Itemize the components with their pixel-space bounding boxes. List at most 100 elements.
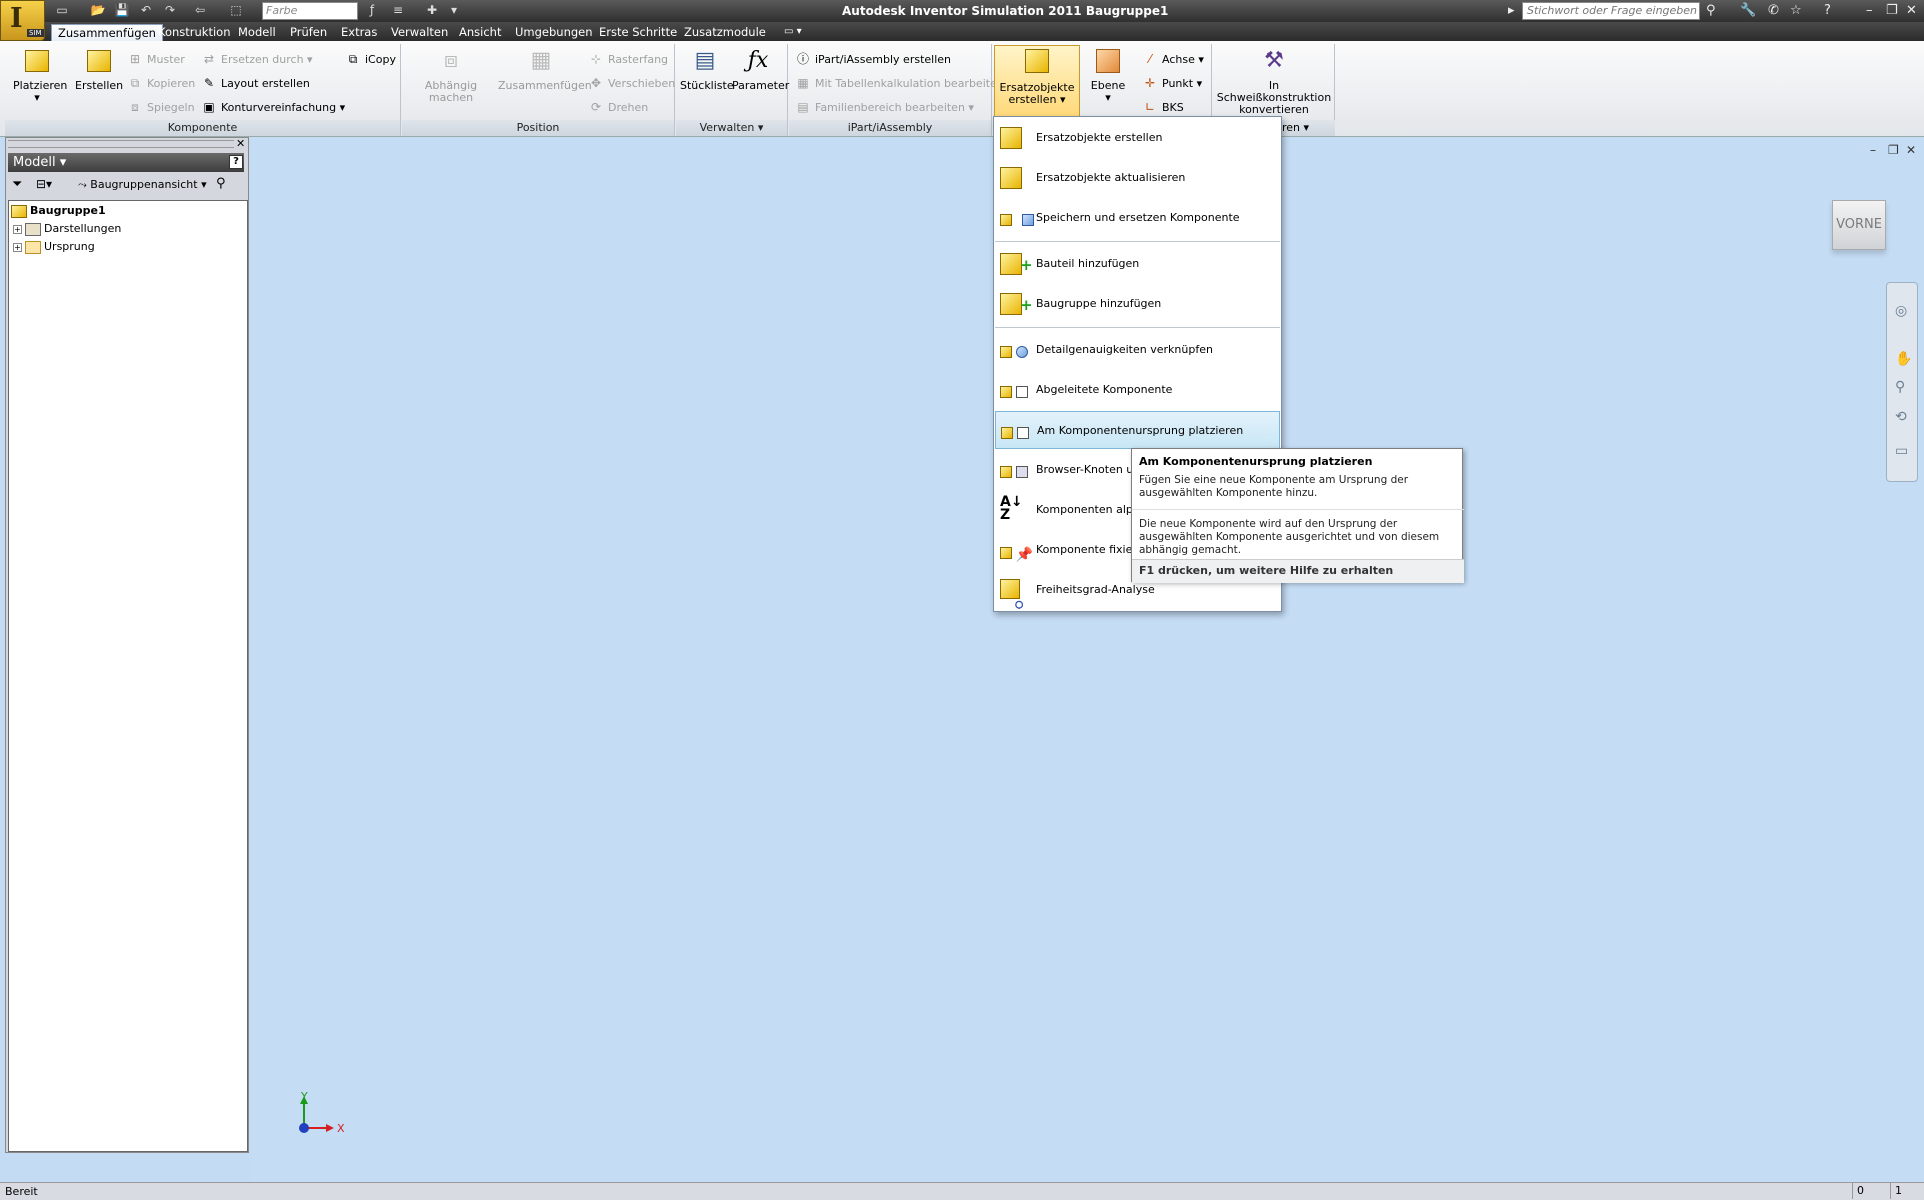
open-file-icon[interactable]: 📂 [90, 3, 106, 18]
tab-extras[interactable]: Extras [335, 24, 383, 41]
icopy-button[interactable]: ⧉ iCopy [345, 50, 396, 68]
subscription-icon[interactable]: 🔧 [1740, 3, 1756, 18]
zusammenfuegen-button[interactable]: ▦ Zusammenfügen [498, 46, 592, 92]
customize-qat-icon[interactable]: ▾ [446, 3, 462, 18]
rasterfang-button[interactable]: ⊹ Rasterfang [588, 50, 668, 68]
tab-zusatzmodule[interactable]: Zusatzmodule [678, 24, 772, 41]
orbit-icon[interactable]: ⟲ [1895, 409, 1907, 425]
schweisskonstruktion-button[interactable]: ⚒ In Schweißkonstruktion konvertieren [1215, 46, 1333, 116]
link-lod-icon [1000, 336, 1028, 364]
assemble-icon: ▦ [530, 48, 552, 73]
tab-umgebungen[interactable]: Umgebungen [509, 24, 599, 41]
close-icon[interactable]: ✕ [1906, 3, 1917, 18]
layout-erstellen-button[interactable]: ✎ Layout erstellen [201, 74, 310, 92]
muster-button[interactable]: ⊞ Muster [127, 50, 185, 68]
tree-node-darstellungen[interactable]: + Darstellungen [13, 221, 121, 237]
doc-close-icon[interactable]: ✕ [1906, 143, 1916, 157]
plus-icon[interactable]: ✚ [424, 3, 440, 18]
menu-item-bauteil-hinzufuegen[interactable]: + Bauteil hinzufügen [995, 245, 1280, 283]
tree-options-icon[interactable]: ⊟▾ [36, 177, 52, 191]
select-icon[interactable]: ⬚ [228, 3, 244, 18]
minimize-icon[interactable]: – [1866, 3, 1873, 18]
view-face-icon[interactable]: ▭ [1895, 443, 1908, 459]
restore-icon[interactable]: ❐ [1886, 3, 1898, 18]
communication-icon[interactable]: ✆ [1768, 3, 1779, 18]
binoculars-icon[interactable]: ⚲ [1706, 3, 1716, 18]
browser-close-icon[interactable]: ✕ [236, 137, 245, 150]
browser-grip-handle[interactable] [8, 140, 234, 148]
command-tooltip: Am Komponentenursprung platzieren Fügen … [1131, 448, 1464, 583]
verschieben-button[interactable]: ✥ Verschieben [588, 74, 675, 92]
menu-item-abgeleitete-komponente[interactable]: Abgeleitete Komponente [995, 371, 1280, 409]
expand-icon[interactable]: + [13, 242, 22, 252]
doc-minimize-icon[interactable]: – [1870, 143, 1876, 157]
create-substitute-icon [1000, 124, 1028, 152]
tab-modell[interactable]: Modell [232, 24, 282, 41]
menu-item-label: Detailgenauigkeiten verknüpfen [1036, 343, 1213, 356]
return-icon[interactable]: ⇦ [192, 3, 208, 18]
spiegeln-button[interactable]: ⧈ Spiegeln [127, 98, 194, 116]
panel-position: ⧈ Abhängig machen ▦ Zusammenfügen ⊹ Raste… [402, 44, 675, 136]
bks-button[interactable]: ∟ BKS [1142, 98, 1184, 116]
konturvereinfachung-button[interactable]: ▣ Konturvereinfachung ▾ [201, 98, 345, 116]
browser-header[interactable]: Modell ▾ [8, 153, 244, 172]
tab-erste-schritte[interactable]: Erste Schritte [593, 24, 683, 41]
help-search-input[interactable]: Stichwort oder Frage eingeben [1522, 2, 1700, 20]
assembly-view-dropdown[interactable]: ⤳ Baugruppenansicht ▾ [78, 178, 207, 192]
punkt-button[interactable]: ✛ Punkt ▾ [1142, 74, 1202, 92]
find-binoculars-icon[interactable]: ⚲ [216, 176, 226, 191]
save-icon[interactable]: 💾 [114, 3, 130, 18]
platzieren-button[interactable]: Platzieren ▾ [13, 46, 67, 104]
menu-item-detailgenauigkeiten[interactable]: Detailgenauigkeiten verknüpfen [995, 331, 1280, 369]
ebene-button[interactable]: Ebene ▾ [1086, 46, 1130, 104]
tab-ansicht[interactable]: Ansicht [453, 24, 507, 41]
ersetzen-durch-button[interactable]: ⇄ Ersetzen durch ▾ [201, 50, 313, 68]
tab-verwalten[interactable]: Verwalten [385, 24, 454, 41]
kopieren-button[interactable]: ⧉ Kopieren [127, 74, 196, 92]
tab-konstruktion[interactable]: Konstruktion [152, 24, 237, 41]
menu-item-ersatzobjekte-erstellen[interactable]: Ersatzobjekte erstellen [995, 119, 1280, 157]
layout-icon: ✎ [203, 76, 215, 90]
tab-pruefen[interactable]: Prüfen [284, 24, 333, 41]
coordinate-axis-indicator [299, 1096, 334, 1133]
filter-icon[interactable]: ⏷ [12, 177, 22, 192]
drehen-button[interactable]: ⟳ Drehen [588, 98, 648, 116]
zoom-icon[interactable]: ⚲ [1895, 379, 1905, 395]
tab-overflow-icon[interactable]: ▭ ▾ [778, 24, 808, 41]
tab-zusammenfuegen[interactable]: Zusammenfügen [51, 24, 163, 41]
erstellen-button[interactable]: Erstellen [75, 46, 123, 92]
expand-icon[interactable]: + [13, 224, 22, 234]
favorites-icon[interactable]: ☆ [1790, 3, 1802, 18]
pan-icon[interactable]: ✋ [1895, 351, 1912, 367]
model-tree: Baugruppe1 + Darstellungen + Ursprung [8, 200, 248, 1152]
application-menu-button[interactable]: I SIM [0, 0, 45, 41]
grid-snap-icon: ⊹ [590, 52, 602, 66]
panel-verwalten-label[interactable]: Verwalten ▾ [676, 120, 787, 136]
menu-item-speichern-ersetzen[interactable]: Speichern und ersetzen Komponente [995, 199, 1280, 237]
color-dropdown[interactable]: Farbe [262, 2, 358, 20]
stueckliste-button[interactable]: ▤ Stückliste [680, 46, 734, 92]
tabellenkalkulation-button[interactable]: ▦ Mit Tabellenkalkulation bearbeiten [795, 74, 1003, 92]
redo-icon[interactable]: ↷ [162, 3, 178, 18]
abhaengig-machen-button[interactable]: ⧈ Abhängig machen [405, 46, 497, 104]
browser-help-icon[interactable]: ? [229, 155, 243, 169]
function-icon[interactable]: ƒ [364, 3, 380, 18]
undo-icon[interactable]: ↶ [138, 3, 154, 18]
familienbereich-button[interactable]: ▤ Familienbereich bearbeiten ▾ [795, 98, 974, 116]
new-file-icon[interactable]: ▭ [54, 3, 70, 18]
viewcube[interactable]: VORNE [1832, 200, 1886, 250]
line-weight-icon[interactable]: ≡ [390, 3, 406, 18]
menu-item-am-komponentenursprung-platzieren[interactable]: Am Komponentenursprung platzieren [995, 411, 1280, 449]
help-icon[interactable]: ? [1824, 3, 1831, 18]
ersatzobjekte-erstellen-button[interactable]: Ersatzobjekte erstellen ▾ [994, 45, 1080, 117]
menu-item-ersatzobjekte-aktualisieren[interactable]: Ersatzobjekte aktualisieren [995, 159, 1280, 197]
tree-node-baugruppe1[interactable]: Baugruppe1 [11, 203, 106, 219]
achse-button[interactable]: ⁄ Achse ▾ [1142, 50, 1204, 68]
tree-node-ursprung[interactable]: + Ursprung [13, 239, 95, 255]
steering-wheel-icon[interactable]: ◎ [1895, 303, 1907, 319]
menu-item-baugruppe-hinzufuegen[interactable]: + Baugruppe hinzufügen [995, 285, 1280, 323]
doc-restore-icon[interactable]: ❐ [1888, 143, 1899, 157]
ipart-erstellen-button[interactable]: ⓘ iPart/iAssembly erstellen [795, 50, 951, 68]
expand-arrow-icon[interactable]: ▸ [1508, 3, 1515, 18]
parameter-button[interactable]: ƒx Parameter [732, 46, 789, 92]
